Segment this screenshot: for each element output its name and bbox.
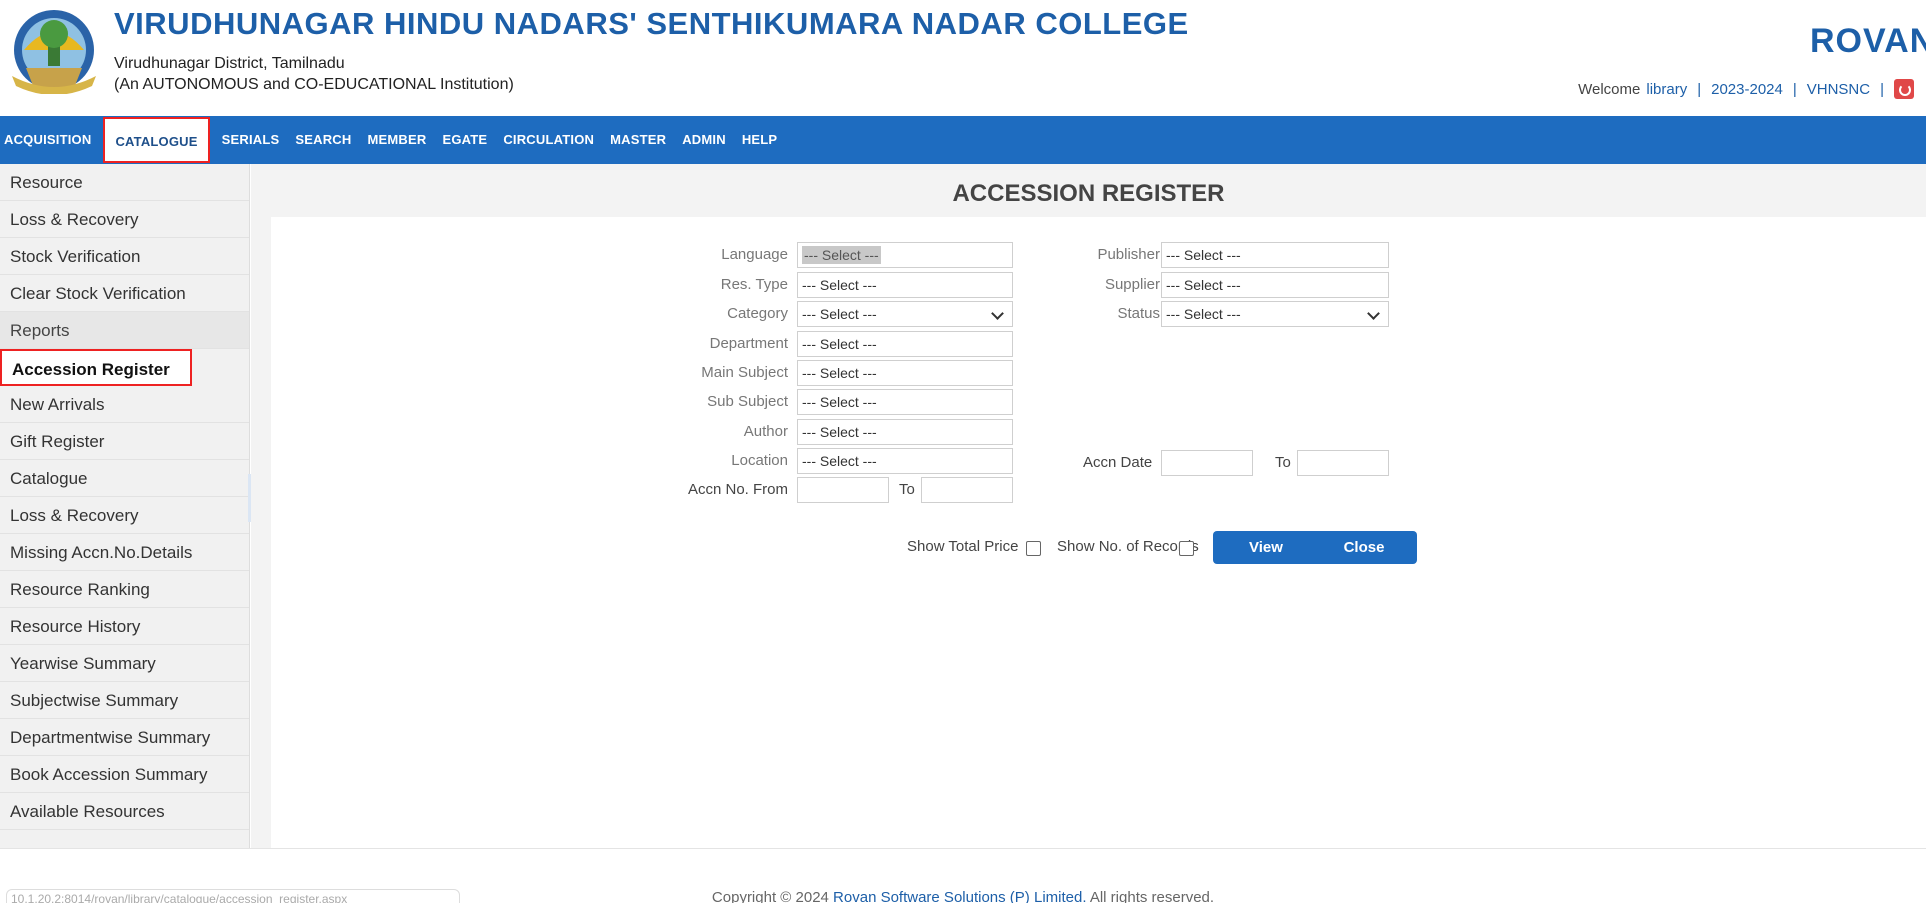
nav-item-serials[interactable]: SERIALS bbox=[214, 116, 288, 164]
supplier-label: Supplier bbox=[1104, 276, 1160, 293]
college-name: VIRUDHUNAGAR HINDU NADARS' SENTHIKUMARA … bbox=[114, 6, 1189, 41]
sidebar-item-subjectwise-summary[interactable]: Subjectwise Summary bbox=[0, 682, 249, 719]
user-bar: Welcome library | 2023-2024 | VHNSNC | bbox=[1578, 79, 1914, 99]
filter-panel: Language --- Select --- Res. Type --- Se… bbox=[271, 217, 1926, 848]
copyright-text: Copyright © 2024 Rovan Software Solution… bbox=[0, 889, 1926, 903]
accn-date-to-input[interactable] bbox=[1297, 450, 1389, 476]
res-type-field[interactable]: --- Select --- bbox=[797, 272, 1013, 298]
separator: | bbox=[1792, 80, 1797, 98]
res-type-label: Res. Type bbox=[720, 276, 788, 293]
supplier-field[interactable]: --- Select --- bbox=[1161, 272, 1389, 298]
nav-item-acquisition[interactable]: ACQUISITION bbox=[0, 116, 99, 164]
sidebar-item-resource-history[interactable]: Resource History bbox=[0, 608, 249, 645]
copyright-prefix: Copyright © 2024 bbox=[711, 889, 829, 903]
close-button[interactable]: Close bbox=[1311, 531, 1417, 564]
brand-name: ROVAN bbox=[1810, 22, 1926, 60]
brand-logo: ROVAN® bbox=[1810, 22, 1926, 61]
sidebar-item-stock-verification[interactable]: Stock Verification bbox=[0, 238, 249, 275]
footer: 10.1.20.2:8014/rovan/library/catalogue/a… bbox=[0, 848, 1926, 903]
sidebar-item-new-arrivals[interactable]: New Arrivals bbox=[0, 386, 249, 423]
accn-no-from-input[interactable] bbox=[797, 477, 889, 503]
user-link[interactable]: library bbox=[1646, 81, 1687, 98]
show-total-price-label: Show Total Price bbox=[907, 538, 1019, 555]
separator: | bbox=[1697, 80, 1702, 98]
sidebar-item-catalogue[interactable]: Catalogue bbox=[0, 460, 249, 497]
sidebar-item-clear-stock-verification[interactable]: Clear Stock Verification bbox=[0, 275, 249, 312]
main-subject-label: Main Subject bbox=[701, 364, 788, 381]
nav-item-master[interactable]: MASTER bbox=[602, 116, 674, 164]
header: VIRUDHUNAGAR HINDU NADARS' SENTHIKUMARA … bbox=[0, 0, 1926, 116]
sidebar-item-loss-recovery[interactable]: Loss & Recovery bbox=[0, 201, 249, 238]
category-select[interactable]: --- Select --- bbox=[797, 301, 1013, 327]
view-button[interactable]: View bbox=[1213, 531, 1319, 564]
main-subject-field[interactable]: --- Select --- bbox=[797, 360, 1013, 386]
accn-date-to-label: To bbox=[1275, 454, 1291, 471]
welcome-label: Welcome bbox=[1578, 80, 1641, 98]
sidebar-item-yearwise-summary[interactable]: Yearwise Summary bbox=[0, 645, 249, 682]
show-no-of-records-label: Show No. of Records bbox=[1057, 538, 1199, 555]
sidebar-item-resource-ranking[interactable]: Resource Ranking bbox=[0, 571, 249, 608]
copyright-suffix: All rights reserved. bbox=[1089, 889, 1215, 903]
nav-item-admin[interactable]: ADMIN bbox=[674, 116, 734, 164]
logout-icon[interactable] bbox=[1894, 79, 1914, 99]
sidebar-section-reports[interactable]: Reports bbox=[0, 312, 249, 349]
sidebar-item-resource[interactable]: Resource bbox=[0, 164, 249, 201]
main-content: ACCESSION REGISTER Language --- Select -… bbox=[251, 164, 1926, 848]
accn-no-to-label: To bbox=[899, 481, 915, 498]
status-label: Status bbox=[1117, 305, 1160, 322]
show-no-of-records-checkbox[interactable] bbox=[1179, 541, 1194, 556]
show-total-price-checkbox[interactable] bbox=[1026, 541, 1041, 556]
location-field[interactable]: --- Select --- bbox=[797, 448, 1013, 474]
sidebar-item-departmentwise-summary[interactable]: Departmentwise Summary bbox=[0, 719, 249, 756]
accn-date-from-input[interactable] bbox=[1161, 450, 1253, 476]
college-district: Virudhunagar District, Tamilnadu bbox=[114, 55, 345, 72]
publisher-label: Publisher bbox=[1097, 246, 1160, 263]
accn-date-label: Accn Date bbox=[1083, 454, 1153, 471]
location-label: Location bbox=[731, 452, 788, 469]
author-field[interactable]: --- Select --- bbox=[797, 419, 1013, 445]
sub-subject-field[interactable]: --- Select --- bbox=[797, 389, 1013, 415]
institution-code-link[interactable]: VHNSNC bbox=[1807, 81, 1870, 98]
nav-item-egate[interactable]: EGATE bbox=[434, 116, 495, 164]
sidebar-item-missing-accn-details[interactable]: Missing Accn.No.Details bbox=[0, 534, 249, 571]
status-select[interactable]: --- Select --- bbox=[1161, 301, 1389, 327]
nav-item-help[interactable]: HELP bbox=[734, 116, 785, 164]
language-field[interactable]: --- Select --- bbox=[797, 242, 1013, 268]
sub-subject-label: Sub Subject bbox=[707, 393, 788, 410]
nav-item-circulation[interactable]: CIRCULATION bbox=[495, 116, 602, 164]
main-nav: ACQUISITION CATALOGUE SERIALS SEARCH MEM… bbox=[0, 116, 1926, 164]
department-label: Department bbox=[709, 335, 788, 352]
nav-item-search[interactable]: SEARCH bbox=[287, 116, 359, 164]
category-label: Category bbox=[727, 305, 788, 322]
sidebar-item-gift-register[interactable]: Gift Register bbox=[0, 423, 249, 460]
publisher-field[interactable]: --- Select --- bbox=[1161, 242, 1389, 268]
accn-no-to-input[interactable] bbox=[921, 477, 1013, 503]
nav-item-member[interactable]: MEMBER bbox=[360, 116, 435, 164]
language-label: Language bbox=[721, 246, 788, 263]
sidebar-item-accession-register[interactable]: Accession Register bbox=[0, 349, 192, 386]
separator: | bbox=[1880, 80, 1884, 98]
sidebar: Resource Loss & Recovery Stock Verificat… bbox=[0, 164, 250, 848]
language-value: --- Select --- bbox=[802, 246, 881, 264]
accn-no-from-label: Accn No. From bbox=[687, 481, 788, 498]
page-title: ACCESSION REGISTER bbox=[952, 180, 1225, 207]
sidebar-item-loss-recovery-report[interactable]: Loss & Recovery bbox=[0, 497, 249, 534]
sidebar-item-book-accession-summary[interactable]: Book Accession Summary bbox=[0, 756, 249, 793]
department-field[interactable]: --- Select --- bbox=[797, 331, 1013, 357]
academic-year-link[interactable]: 2023-2024 bbox=[1711, 81, 1783, 98]
company-link[interactable]: Rovan Software Solutions (P) Limited. bbox=[833, 889, 1086, 903]
author-label: Author bbox=[743, 423, 788, 440]
sidebar-item-available-resources[interactable]: Available Resources bbox=[0, 793, 249, 830]
college-status: (An AUTONOMOUS and CO-EDUCATIONAL Instit… bbox=[114, 76, 514, 93]
nav-item-catalogue[interactable]: CATALOGUE bbox=[103, 117, 210, 163]
college-logo-icon bbox=[12, 10, 96, 94]
